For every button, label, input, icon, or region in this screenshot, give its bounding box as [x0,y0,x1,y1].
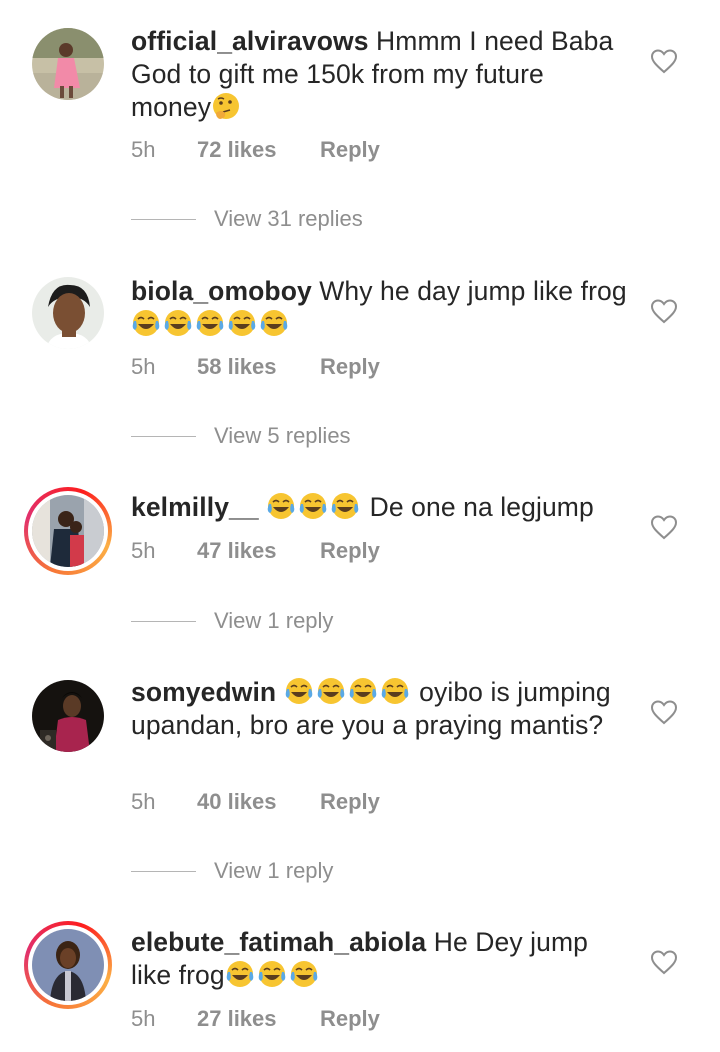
comment-likes[interactable]: 72 likes [197,135,277,165]
tears-of-joy-icon [381,678,408,704]
tears-of-joy-icon [164,310,192,336]
comment-text: kelmilly__ De one na legjump [131,491,631,524]
avatar [32,929,104,1001]
tears-of-joy-icon [331,493,359,519]
avatar[interactable] [32,277,104,349]
view-replies-label: View 5 replies [214,423,351,448]
divider-line [131,436,196,437]
avatar [32,495,104,567]
comment-username[interactable]: biola_omoboy [131,276,312,306]
comment-time: 5h [131,137,156,162]
reply-button[interactable]: Reply [320,135,380,165]
heart-outline-icon[interactable] [650,298,678,324]
tears-of-joy-icon [132,310,160,336]
tears-of-joy-icon [258,961,285,987]
comment-text: biola_omoboy Why he day jump like frog [131,275,631,341]
comment-likes[interactable]: 27 likes [197,1004,277,1034]
tears-of-joy-icon [226,961,253,987]
divider-line [131,871,196,872]
view-replies-label: View 1 reply [214,608,334,633]
comment-username[interactable]: elebute_fatimah_abiola [131,927,426,957]
heart-outline-icon[interactable] [650,514,678,540]
comment-username[interactable]: official_alviravows [131,26,369,56]
tears-of-joy-icon [290,961,317,987]
comment-time: 5h [131,354,156,379]
comment-body: Why he day jump like frog [311,276,627,306]
reply-button[interactable]: Reply [320,536,380,566]
heart-outline-icon[interactable] [650,699,678,725]
reply-button[interactable]: Reply [320,1004,380,1034]
tears-of-joy-icon [196,310,224,336]
comment-username[interactable]: somyedwin [131,677,276,707]
avatar[interactable] [32,28,104,100]
comment-username[interactable]: kelmilly__ [131,492,259,522]
divider-line [131,219,196,220]
comment-likes[interactable]: 47 likes [197,536,277,566]
tears-of-joy-icon [260,310,288,336]
comment-body: De one na legjump [362,492,594,522]
comment-time: 5h [131,538,156,563]
story-ring[interactable] [24,921,112,1009]
comment-likes[interactable]: 58 likes [197,352,277,382]
reply-button[interactable]: Reply [320,787,380,817]
tears-of-joy-icon [349,678,376,704]
tears-of-joy-icon [317,678,344,704]
comment-likes[interactable]: 40 likes [197,787,277,817]
comment-time: 5h [131,1006,156,1031]
comment-text: elebute_fatimah_abiola He Dey jump like … [131,926,631,992]
thinking-face-icon [213,93,240,119]
tears-of-joy-icon [285,678,312,704]
heart-outline-icon[interactable] [650,48,678,74]
view-replies-label: View 1 reply [214,858,334,883]
tears-of-joy-icon [299,493,327,519]
view-replies-label: View 31 replies [214,206,363,231]
tears-of-joy-icon [228,310,256,336]
comment-time: 5h [131,789,156,814]
avatar[interactable] [32,680,104,752]
divider-line [131,621,196,622]
tears-of-joy-icon [267,493,295,519]
heart-outline-icon[interactable] [650,949,678,975]
comment-text: somyedwin oyibo is jumping upandan, bro … [131,676,631,742]
story-ring[interactable] [24,487,112,575]
comment-text: official_alviravows Hmmm I need Baba God… [131,25,631,124]
reply-button[interactable]: Reply [320,352,380,382]
